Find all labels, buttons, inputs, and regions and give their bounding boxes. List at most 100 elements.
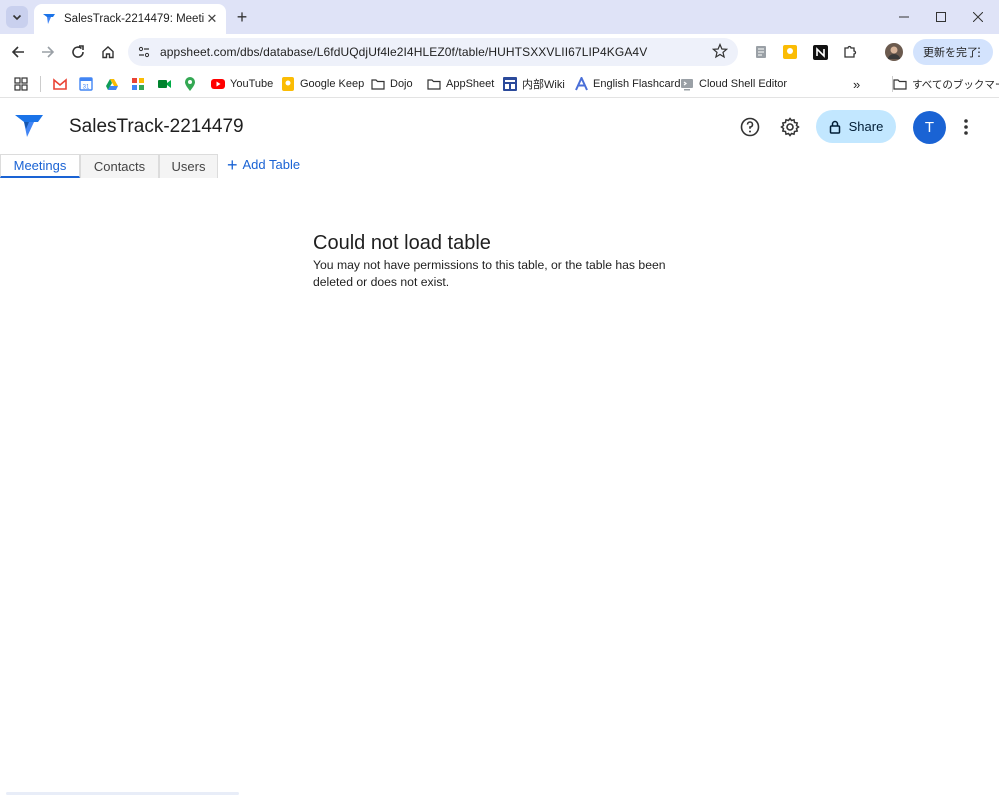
browser-tab-active[interactable]: SalesTrack-2214479: Meetings - ✕ bbox=[34, 4, 226, 34]
loading-bar bbox=[6, 792, 239, 795]
bookmark-appsheet[interactable]: AppSheet bbox=[427, 75, 494, 93]
add-table-button[interactable]: + Add Table bbox=[227, 154, 301, 175]
new-tab-button[interactable]: + bbox=[232, 7, 252, 27]
cloud-shell-icon bbox=[680, 77, 694, 91]
tab-title: SalesTrack-2214479: Meetings - bbox=[64, 13, 204, 25]
profile-avatar-icon[interactable] bbox=[884, 42, 904, 62]
home-icon bbox=[102, 46, 114, 59]
folder-icon bbox=[371, 77, 385, 91]
gmail-bookmark[interactable] bbox=[53, 75, 67, 93]
bookmark-label: AppSheet bbox=[446, 78, 495, 90]
letter-a-icon bbox=[574, 77, 588, 91]
lock-icon bbox=[829, 120, 840, 134]
extension-notes-icon[interactable] bbox=[752, 43, 770, 61]
chevron-down-icon bbox=[12, 14, 22, 21]
maps-bookmark[interactable] bbox=[184, 75, 196, 93]
error-title: Could not load table bbox=[313, 232, 491, 254]
maximize-icon bbox=[936, 12, 946, 22]
youtube-icon bbox=[211, 77, 225, 91]
folder-icon bbox=[427, 77, 441, 91]
drive-icon bbox=[106, 78, 118, 90]
browser-tab-strip: SalesTrack-2214479: Meetings - ✕ + bbox=[0, 0, 999, 34]
share-button[interactable]: Share bbox=[816, 110, 896, 143]
share-label: Share bbox=[848, 119, 884, 134]
update-chrome-button[interactable]: 更新を完了 ⋮ bbox=[913, 39, 993, 65]
meet-icon bbox=[158, 80, 171, 88]
all-bookmarks-button[interactable]: すべてのブックマーク bbox=[893, 75, 999, 93]
window-close-button[interactable] bbox=[966, 6, 990, 28]
meet-bookmark[interactable] bbox=[157, 75, 172, 93]
app-header: SalesTrack-2214479 Share T bbox=[0, 100, 999, 154]
more-vert-icon bbox=[964, 119, 968, 135]
url-text: appsheet.com/dbs/database/L6fdUQdjUf4le2… bbox=[160, 45, 648, 59]
maximize-button[interactable] bbox=[929, 6, 953, 28]
back-arrow-icon bbox=[11, 46, 24, 58]
reload-icon bbox=[72, 45, 84, 58]
browser-toolbar: appsheet.com/dbs/database/L6fdUQdjUf4le2… bbox=[0, 34, 999, 70]
appsheet-logo-icon[interactable] bbox=[15, 114, 43, 138]
bookmark-label: English Flashcard bbox=[593, 78, 681, 90]
calendar-bookmark[interactable]: 31 bbox=[79, 75, 93, 93]
gmail-icon bbox=[53, 78, 67, 90]
address-bar[interactable]: appsheet.com/dbs/database/L6fdUQdjUf4le2… bbox=[128, 38, 738, 66]
extension-notion-icon[interactable] bbox=[811, 43, 829, 61]
extension-keep-icon[interactable] bbox=[781, 43, 799, 61]
all-bookmarks-label: すべてのブックマーク bbox=[912, 78, 999, 91]
svg-text:31: 31 bbox=[83, 85, 90, 91]
bookmarks-divider bbox=[40, 76, 41, 92]
extensions-puzzle-icon[interactable] bbox=[841, 43, 859, 61]
map-pin-icon bbox=[185, 76, 195, 91]
bookmark-google-keep[interactable]: Google Keep bbox=[281, 75, 364, 93]
more-options-button[interactable] bbox=[955, 115, 977, 139]
update-label: 更新を完了 bbox=[923, 47, 978, 59]
account-avatar[interactable]: T bbox=[913, 111, 946, 144]
bookmark-label: 内部Wiki bbox=[522, 79, 565, 91]
plus-icon: + bbox=[227, 154, 238, 175]
tab-users[interactable]: Users bbox=[159, 154, 218, 178]
site-info-icon bbox=[138, 46, 150, 58]
keep-icon bbox=[281, 77, 295, 91]
minimize-icon bbox=[899, 16, 909, 18]
appsheet-favicon-icon bbox=[43, 14, 55, 24]
folder-icon bbox=[893, 77, 907, 91]
app-title: SalesTrack-2214479 bbox=[69, 116, 244, 137]
apps-grid-icon bbox=[14, 77, 28, 91]
bookmark-dojo[interactable]: Dojo bbox=[371, 75, 413, 93]
bookmark-label: Google Keep bbox=[300, 78, 365, 90]
gear-icon bbox=[780, 117, 800, 137]
calendar-icon: 31 bbox=[79, 77, 93, 91]
tab-meetings[interactable]: Meetings bbox=[0, 154, 80, 178]
bookmark-cloud-shell-editor[interactable]: Cloud Shell Editor bbox=[680, 75, 787, 93]
forward-arrow-icon bbox=[42, 46, 55, 58]
reload-button[interactable] bbox=[66, 40, 90, 64]
photos-bookmark[interactable] bbox=[131, 75, 145, 93]
more-bookmarks-chevron-icon[interactable]: » bbox=[853, 75, 860, 93]
bookmark-label: Dojo bbox=[390, 78, 413, 90]
table-tabs: Meetings Contacts Users + Add Table bbox=[0, 154, 999, 178]
close-icon[interactable]: ✕ bbox=[204, 11, 220, 27]
tab-contacts[interactable]: Contacts bbox=[80, 154, 159, 178]
help-icon bbox=[740, 117, 760, 137]
drive-bookmark[interactable] bbox=[105, 75, 119, 93]
close-icon bbox=[973, 12, 983, 22]
bookmark-internal-wiki[interactable]: 内部Wiki bbox=[503, 75, 565, 93]
forward-button[interactable] bbox=[36, 40, 60, 64]
apps-grid-button[interactable] bbox=[14, 75, 28, 93]
help-button[interactable] bbox=[738, 115, 762, 139]
bookmarks-bar: 31 YouTube Google Keep Dojo AppSheet 内部W… bbox=[0, 70, 999, 98]
bookmark-youtube[interactable]: YouTube bbox=[211, 75, 273, 93]
back-button[interactable] bbox=[6, 40, 30, 64]
bookmark-star-icon[interactable] bbox=[712, 43, 728, 59]
minimize-button[interactable] bbox=[892, 6, 916, 28]
add-table-label: Add Table bbox=[242, 157, 301, 172]
settings-button[interactable] bbox=[778, 115, 802, 139]
bookmark-label: Cloud Shell Editor bbox=[699, 78, 788, 90]
bookmark-english-flashcard[interactable]: English Flashcard bbox=[574, 75, 680, 93]
more-vert-icon: ⋮ bbox=[973, 45, 985, 59]
error-message: You may not have permissions to this tab… bbox=[313, 258, 666, 289]
photos-icon bbox=[132, 78, 144, 90]
wiki-icon bbox=[503, 77, 517, 91]
tab-search-button[interactable] bbox=[6, 6, 28, 28]
bookmark-label: YouTube bbox=[230, 78, 274, 90]
home-button[interactable] bbox=[96, 40, 120, 64]
